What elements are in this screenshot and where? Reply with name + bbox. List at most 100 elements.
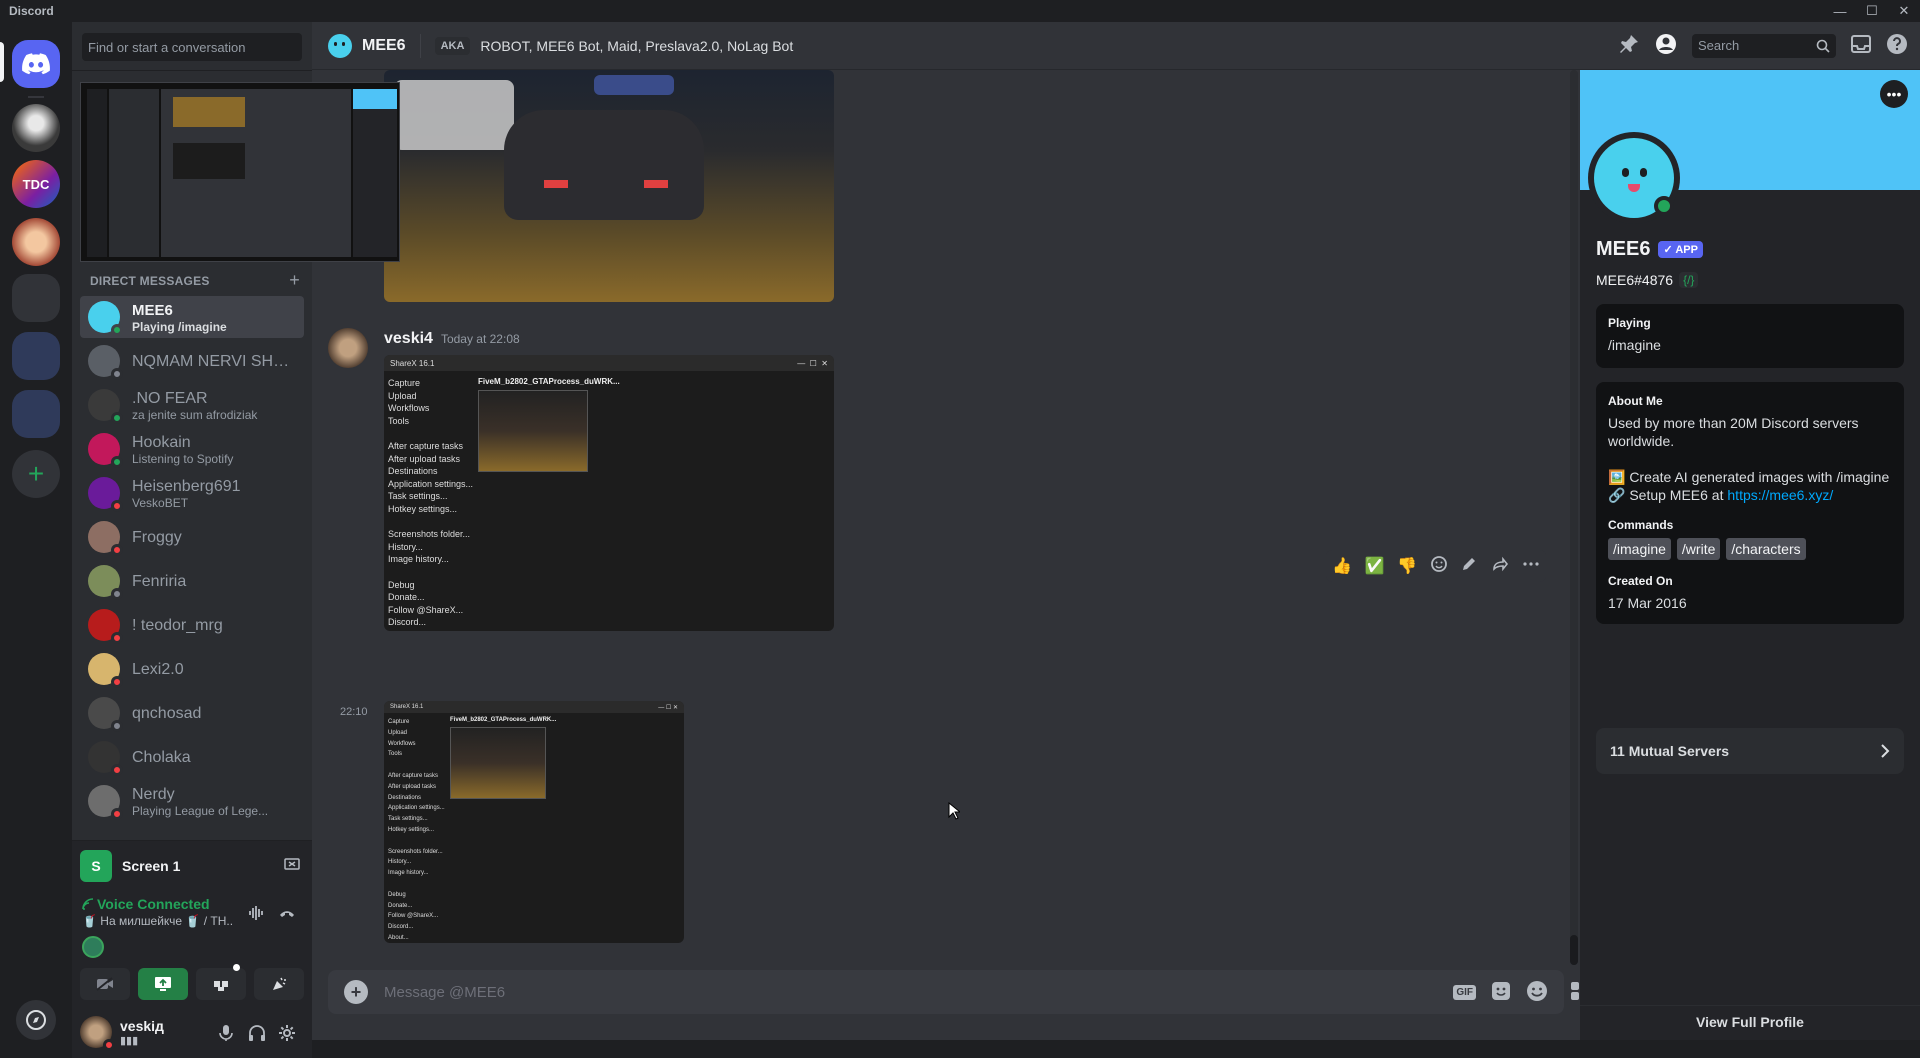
add-reaction-icon[interactable] (1430, 555, 1448, 578)
view-full-profile-button[interactable]: View Full Profile (1580, 1005, 1920, 1030)
stop-stream-icon[interactable] (284, 857, 300, 876)
profile-more-button[interactable]: ••• (1880, 80, 1908, 108)
disconnect-icon[interactable] (278, 904, 296, 925)
server-icon[interactable]: TDC (12, 160, 60, 208)
close-button[interactable]: ✕ (1888, 0, 1920, 22)
noise-suppression-icon[interactable] (248, 904, 266, 925)
reaction-thumbs-down[interactable]: 👎 (1397, 556, 1417, 576)
command-write[interactable]: /write (1676, 538, 1721, 560)
sharex-screenshot-image[interactable]: ShareX 16.1— ☐ ✕ Capture Upload Workflows T… (384, 355, 834, 631)
voice-participant-avatar[interactable] (82, 936, 104, 958)
mee6-link[interactable]: https://mee6.xyz/ (1727, 487, 1833, 503)
dm-item[interactable]: Fenriria (80, 560, 304, 602)
commands-list: /imagine /write /characters (1608, 538, 1892, 560)
dm-avatar (88, 653, 123, 688)
created-title: Created On (1608, 574, 1673, 588)
new-dm-button[interactable]: + (289, 271, 300, 289)
more-options-icon[interactable] (1522, 555, 1540, 578)
minimize-button[interactable]: — (1824, 0, 1856, 22)
camera-off-button[interactable] (80, 968, 130, 1000)
emoji-icon[interactable] (1526, 980, 1548, 1005)
user-panel[interactable]: veskiд ▮▮▮ (72, 1006, 312, 1058)
dm-item[interactable]: Lexi2.0 (80, 648, 304, 690)
playing-value: /imagine (1608, 337, 1661, 353)
inbox-icon[interactable] (1850, 33, 1872, 58)
rail-separator (28, 96, 44, 98)
profile-panel: ••• MEE6 ✓ APP MEE6#4876 {/} Playing /im… (1580, 70, 1920, 1040)
dm-item[interactable]: .NO FEAR za jenite sum afrodiziak (80, 384, 304, 426)
screen-share-bar[interactable]: S Screen 1 (72, 840, 312, 890)
playing-title: Playing (1608, 316, 1651, 330)
dm-item[interactable]: ! teodor_mrg (80, 604, 304, 646)
server-icon[interactable] (12, 104, 60, 152)
home-button[interactable] (12, 40, 60, 88)
pin-icon[interactable] (1618, 33, 1640, 58)
screen-share-preview[interactable] (80, 82, 400, 262)
gif-button[interactable]: GIF (1453, 984, 1476, 1000)
sharex-menu-item: Tools (388, 415, 410, 426)
header-search-input[interactable]: Search (1692, 33, 1836, 58)
message-author[interactable]: veski4 Today at 22:08 (384, 330, 520, 348)
chat-scrollbar[interactable] (1570, 70, 1578, 965)
screen-share-icon (155, 977, 171, 991)
attach-plus-button[interactable]: + (344, 980, 368, 1004)
maximize-button[interactable]: ☐ (1856, 0, 1888, 22)
voice-connected-label[interactable]: Voice Connected (82, 896, 210, 912)
forward-icon[interactable] (1491, 555, 1509, 578)
command-characters[interactable]: /characters (1726, 538, 1806, 560)
user-avatar[interactable] (80, 1016, 115, 1051)
dm-item[interactable]: NQMAM NERVI SHA ... (80, 340, 304, 382)
chat-header: MEE6 AKA ROBOT, MEE6 Bot, Maid, Preslava… (312, 22, 1920, 70)
dm-item[interactable]: Cholaka (80, 736, 304, 778)
mutual-servers-button[interactable]: 11 Mutual Servers (1596, 728, 1904, 774)
server-folder[interactable] (12, 274, 60, 322)
activities-button[interactable] (196, 964, 246, 1000)
help-icon[interactable] (1886, 33, 1908, 58)
dm-item[interactable]: MEE6 Playing /imagine (80, 296, 304, 338)
reaction-check[interactable]: ✅ (1365, 556, 1385, 576)
sharex-screenshot-image-2[interactable]: ShareX 16.1— ☐ ✕ Capture Upload Workflows T… (384, 701, 684, 943)
window-controls: — ☐ ✕ (1824, 0, 1920, 22)
sharex-menu-item: Workflows (388, 403, 430, 414)
add-server-button[interactable]: + (12, 450, 60, 498)
sharex-menu-item (388, 427, 488, 440)
dm-text: Cholaka (132, 748, 292, 767)
game-screenshot-image[interactable] (384, 70, 834, 302)
headphones-icon[interactable] (248, 1024, 266, 1045)
server-icon[interactable] (12, 218, 60, 266)
sharex-menu-item: Image history... (388, 554, 449, 565)
dm-section-header: DIRECT MESSAGES + (90, 271, 300, 289)
user-profile-icon[interactable] (1654, 32, 1678, 59)
message-side-timestamp: 22:10 (340, 706, 368, 718)
message-input[interactable]: Message @MEE6 (384, 984, 505, 1001)
compass-icon (26, 1010, 46, 1030)
slash-commands-badge[interactable]: {/} (1679, 272, 1699, 288)
profile-avatar[interactable] (1588, 132, 1680, 224)
user-status: ▮▮▮ (120, 1034, 139, 1047)
voice-channel-name[interactable]: 🥤 На милшейкче 🥤 / TH... (82, 914, 232, 928)
screen-share-button[interactable] (138, 968, 188, 1000)
dm-item[interactable]: Heisenberg691 VeskoBET (80, 472, 304, 514)
command-imagine[interactable]: /imagine (1608, 538, 1671, 560)
profile-tag: MEE6#4876 {/} (1596, 272, 1699, 288)
dm-search-divider (72, 70, 312, 71)
reaction-thumbs-up[interactable]: 👍 (1332, 556, 1352, 576)
dm-activity: Playing /imagine (132, 319, 227, 334)
dm-item[interactable]: qnchosad (80, 692, 304, 734)
sticker-icon[interactable] (1490, 980, 1512, 1005)
microphone-icon[interactable] (218, 1024, 234, 1045)
server-folder[interactable] (12, 332, 60, 380)
soundboard-button[interactable] (254, 968, 304, 1000)
dm-item[interactable]: Froggy (80, 516, 304, 558)
discover-button[interactable] (16, 1000, 56, 1040)
dm-item[interactable]: Nerdy Playing League of Lege... (80, 780, 304, 822)
edit-pencil-icon[interactable] (1460, 555, 1478, 578)
dm-search-input[interactable]: Find or start a conversation (82, 33, 302, 61)
settings-gear-icon[interactable] (278, 1024, 296, 1045)
chat-scrollbar-thumb[interactable] (1570, 935, 1578, 965)
dm-item[interactable]: Hookain Listening to Spotify (80, 428, 304, 470)
message-author-avatar[interactable] (328, 328, 368, 368)
sharex-menu-item: Workflows (388, 740, 416, 747)
status-indicator (111, 368, 123, 380)
server-folder[interactable] (12, 390, 60, 438)
